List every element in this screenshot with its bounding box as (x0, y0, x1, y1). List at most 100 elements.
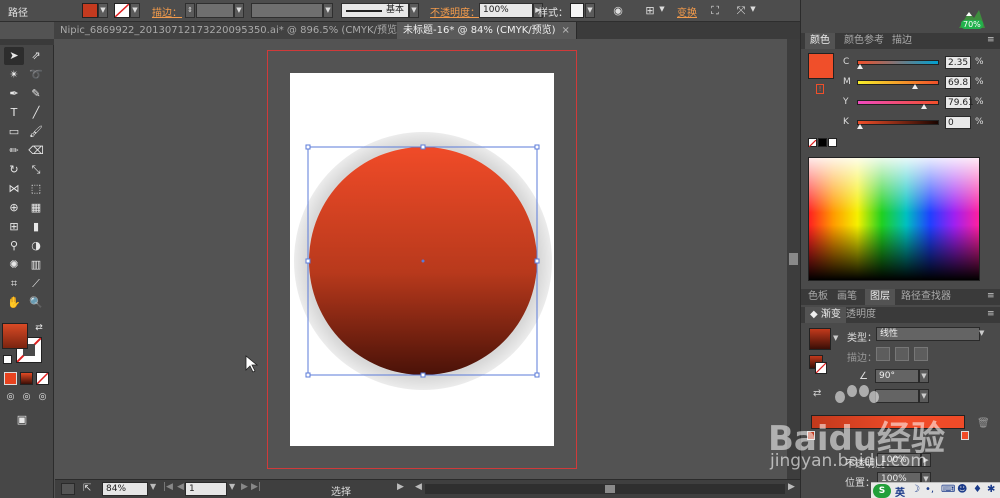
transform-link[interactable]: 变换 (677, 4, 697, 19)
delete-stop-icon[interactable]: 🗑 (977, 418, 990, 429)
stroke-across-icon[interactable] (914, 347, 928, 361)
gradient-type-select[interactable]: 线性 (876, 327, 980, 341)
tab-transparency[interactable]: 透明度 (841, 307, 881, 323)
opacity-label[interactable]: 不透明度： (430, 4, 480, 19)
style-swatch[interactable] (570, 3, 584, 18)
tab-color-guide[interactable]: 颜色参考 (839, 33, 889, 49)
toolbar-grip[interactable] (0, 39, 54, 45)
paintbrush-tool-icon[interactable]: 🖌 (26, 123, 46, 141)
horizontal-scrollbar[interactable] (425, 484, 785, 494)
hscroll-right-arrow[interactable]: ▶ (788, 482, 795, 492)
direct-selection-tool-icon[interactable]: ⇗ (26, 47, 46, 65)
black-slider-thumb[interactable] (857, 124, 863, 129)
variable-width-profile[interactable] (251, 3, 323, 18)
draw-inside-icon[interactable]: ◎ (36, 391, 49, 404)
isolate-icon[interactable]: ⛶ (707, 3, 723, 19)
tab-brushes[interactable]: 画笔 (832, 289, 862, 305)
color-mode-icon[interactable] (4, 372, 17, 385)
artboard-tool-icon[interactable]: ⌗ (4, 275, 24, 293)
status-menu-arrow[interactable]: ▶ (397, 482, 404, 492)
close-icon[interactable]: × (562, 25, 570, 36)
fill-color-box[interactable] (2, 323, 28, 349)
curvature-tool-icon[interactable]: ✎ (26, 85, 46, 103)
swap-fill-stroke-icon[interactable]: ⇄ (32, 321, 46, 335)
none-mode-icon[interactable] (36, 372, 49, 385)
black-swatch[interactable] (818, 138, 827, 147)
tools-icon[interactable]: ✱ (987, 484, 995, 495)
stroke-weight-label[interactable]: 描边： (152, 4, 182, 19)
cyan-slider-track[interactable] (857, 60, 939, 65)
hscroll-left-arrow[interactable]: ◀ (415, 482, 422, 492)
eyedropper-tool-icon[interactable]: ⚲ (4, 237, 24, 255)
hscroll-thumb[interactable] (605, 485, 615, 493)
stop-opacity-dropdown[interactable]: ▶ (921, 453, 931, 467)
stroke-dropdown[interactable]: ▼ (130, 3, 140, 18)
panel-menu-icon[interactable]: ≡ (987, 309, 995, 319)
brush-style-dropdown[interactable]: ▼ (409, 3, 419, 18)
tab-swatches[interactable]: 色板 (803, 289, 833, 305)
user-icon[interactable]: ☻ (957, 484, 967, 495)
hand-tool-icon[interactable]: ✋ (4, 294, 24, 312)
cyan-slider-thumb[interactable] (857, 64, 863, 69)
current-fill-swatch[interactable] (808, 53, 834, 79)
profile-dropdown[interactable]: ▼ (323, 3, 333, 18)
share-icon[interactable]: ⇱ (83, 483, 91, 494)
moon-icon[interactable]: ☽ (911, 484, 920, 495)
style-dropdown[interactable]: ▼ (585, 3, 595, 18)
zoom-dropdown[interactable]: ▼ (150, 482, 156, 491)
gradient-preview-swatch[interactable] (809, 328, 831, 350)
next-artboard-button[interactable]: ▶ (241, 482, 248, 492)
panel-menu-icon[interactable]: ≡ (987, 35, 995, 45)
shape-builder-tool-icon[interactable]: ⊕ (4, 199, 24, 217)
punctuation-icon[interactable]: •, (925, 484, 934, 495)
type-tool-icon[interactable]: T (4, 104, 24, 122)
mesh-tool-icon[interactable]: ⊞ (4, 218, 24, 236)
stroke-along-icon[interactable] (895, 347, 909, 361)
screen-mode-icon[interactable]: ▣ (12, 411, 32, 429)
perspective-grid-tool-icon[interactable]: ▦ (26, 199, 46, 217)
vertical-scrollbar[interactable] (787, 39, 800, 479)
slice-tool-icon[interactable]: ⟋ (26, 275, 46, 293)
black-value-input[interactable]: 0 (945, 116, 971, 129)
envelope-icon[interactable]: ⤧ (733, 3, 749, 19)
aspect-dropdown[interactable]: ▼ (919, 389, 929, 403)
white-swatch[interactable] (828, 138, 837, 147)
color-spectrum-picker[interactable] (808, 157, 980, 281)
artboard-dropdown[interactable]: ▼ (229, 482, 235, 491)
none-swatch[interactable] (808, 138, 817, 148)
eraser-tool-icon[interactable]: ⌫ (26, 142, 46, 160)
tab-gradient[interactable]: ◆ 渐变 (805, 307, 846, 323)
gradient-angle-input[interactable]: 90° (875, 369, 919, 383)
stroke-weight-input[interactable] (196, 3, 234, 18)
zoom-level-input[interactable]: 84% (102, 482, 148, 496)
tab-layers[interactable]: 图层 (865, 289, 895, 305)
canvas-area[interactable] (55, 39, 787, 479)
last-artboard-button[interactable]: ▶| (251, 482, 261, 492)
yellow-slider-thumb[interactable] (921, 104, 927, 109)
scale-tool-icon[interactable]: ⤡ (26, 161, 46, 179)
artboard-number-input[interactable]: 1 (185, 482, 227, 496)
brush-style-select[interactable]: 基本 (341, 3, 409, 18)
default-colors-icon[interactable] (3, 355, 12, 364)
rectangle-tool-icon[interactable]: ▭ (4, 123, 24, 141)
scrollbar-thumb[interactable] (789, 253, 798, 265)
magenta-slider-thumb[interactable] (912, 84, 918, 89)
zoom-tool-icon[interactable]: 🔍 (26, 294, 46, 312)
keyboard-icon[interactable]: ⌨ (941, 484, 955, 495)
fill-dropdown[interactable]: ▼ (98, 3, 108, 18)
stroke-weight-dropdown[interactable]: ▼ (234, 3, 244, 18)
system-monitor-widget[interactable]: 70% (957, 4, 987, 32)
stop-opacity-input[interactable]: 100% (877, 453, 921, 467)
envelope-dropdown[interactable]: ▼ (748, 3, 758, 18)
artboard-nav-icon[interactable] (61, 483, 75, 495)
gradient-stop-end[interactable] (961, 431, 969, 440)
shirt-icon[interactable]: ♦ (973, 484, 982, 495)
align-grid-icon[interactable]: ⊞ (642, 3, 658, 19)
free-transform-tool-icon[interactable]: ⬚ (26, 180, 46, 198)
gradient-type-dropdown[interactable]: ▼ (979, 329, 984, 337)
tab-nipic-document[interactable]: Nipic_6869922_20130712173220095350.ai* @… (54, 22, 423, 39)
yellow-value-input[interactable]: 79.61 (945, 96, 974, 109)
panel-menu-icon[interactable]: ≡ (987, 291, 995, 301)
rotate-tool-icon[interactable]: ↻ (4, 161, 24, 179)
tab-pathfinder[interactable]: 路径查找器 (896, 289, 956, 305)
